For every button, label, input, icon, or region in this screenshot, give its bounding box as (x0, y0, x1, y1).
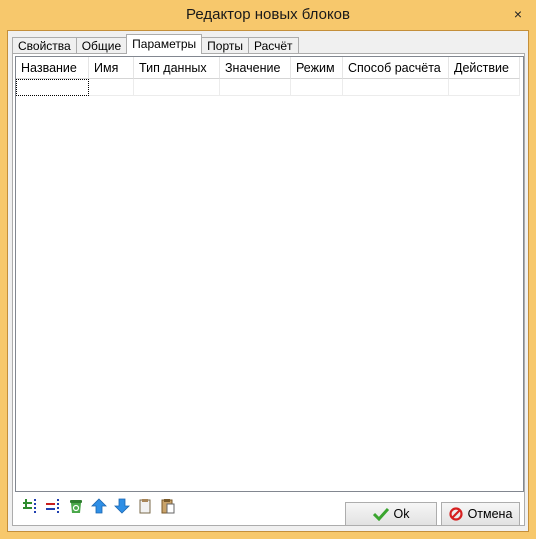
checkmark-icon (372, 507, 389, 521)
table-cell[interactable] (220, 79, 291, 96)
tab-parameters[interactable]: Параметры (126, 34, 203, 54)
parameters-grid[interactable]: Название Имя Тип данных Значение Режим С… (15, 56, 524, 492)
tab-properties[interactable]: Свойства (12, 37, 77, 54)
column-header-action[interactable]: Действие (449, 57, 520, 79)
table-row[interactable] (16, 79, 520, 96)
ok-button[interactable]: Ok (345, 502, 437, 526)
table-cell[interactable] (291, 79, 343, 96)
column-header-calc-method[interactable]: Способ расчёта (343, 57, 449, 79)
tab-general[interactable]: Общие (75, 37, 128, 54)
table-cell[interactable] (16, 79, 89, 96)
editor-window: Редактор новых блоков × Свойства Общие П… (0, 0, 536, 539)
table-cell[interactable] (449, 79, 520, 96)
table-cell[interactable] (89, 79, 134, 96)
window-title: Редактор новых блоков (185, 6, 350, 23)
title-bar[interactable]: Редактор новых блоков × (0, 0, 536, 30)
cancel-icon (448, 507, 463, 521)
tab-strip: Свойства Общие Параметры Порты Расчёт (12, 34, 299, 54)
cancel-button-label: Отмена (467, 507, 513, 521)
grid-header: Название Имя Тип данных Значение Режим С… (16, 57, 520, 79)
column-header-mode[interactable]: Режим (291, 57, 343, 79)
column-header-value[interactable]: Значение (220, 57, 291, 79)
close-button[interactable]: × (510, 7, 526, 23)
table-cell[interactable] (134, 79, 220, 96)
dialog-client-area: Свойства Общие Параметры Порты Расчёт На… (7, 30, 529, 532)
cancel-button[interactable]: Отмена (441, 502, 520, 526)
close-icon: × (513, 6, 523, 22)
parameters-panel: Название Имя Тип данных Значение Режим С… (12, 53, 525, 526)
column-header-id[interactable]: Имя (89, 57, 134, 79)
table-cell[interactable] (343, 79, 449, 96)
ok-button-label: Ok (393, 507, 410, 521)
dialog-buttons: Ok Отмена (8, 499, 528, 529)
column-header-name[interactable]: Название (16, 57, 89, 79)
tab-calculation[interactable]: Расчёт (247, 37, 299, 54)
tab-ports[interactable]: Порты (201, 37, 249, 54)
column-header-data-type[interactable]: Тип данных (134, 57, 220, 79)
